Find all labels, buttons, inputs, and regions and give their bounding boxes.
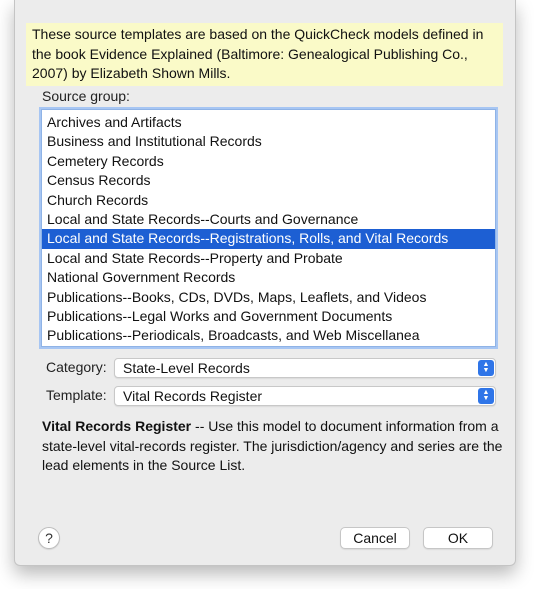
source-group-item[interactable]: Archives and Artifacts xyxy=(42,113,495,132)
template-value: Vital Records Register xyxy=(123,388,263,404)
source-group-item[interactable]: Church Records xyxy=(42,191,495,210)
ok-button[interactable]: OK xyxy=(423,527,493,549)
help-button[interactable]: ? xyxy=(38,527,60,549)
template-popup[interactable]: Vital Records Register ▲ ▼ xyxy=(114,386,496,406)
source-group-item[interactable]: Local and State Records--Courts and Gove… xyxy=(42,210,495,229)
template-label: Template: xyxy=(46,387,107,403)
source-group-item[interactable]: Business and Institutional Records xyxy=(42,132,495,151)
source-group-item[interactable]: Local and State Records--Registrations, … xyxy=(42,229,495,249)
chevron-up-down-icon: ▲ ▼ xyxy=(478,388,494,404)
source-group-list[interactable]: Archives and Artifacts Business and Insti… xyxy=(41,109,496,347)
category-popup[interactable]: State-Level Records ▲ ▼ xyxy=(114,358,496,378)
source-group-label: Source group: xyxy=(42,88,130,104)
cancel-button[interactable]: Cancel xyxy=(340,527,410,549)
category-label: Category: xyxy=(46,359,107,375)
category-value: State-Level Records xyxy=(123,360,250,376)
template-description: Vital Records Register -- Use this model… xyxy=(42,417,504,476)
source-group-item[interactable]: Publications--Legal Works and Government… xyxy=(42,307,495,326)
source-group-item[interactable]: Cemetery Records xyxy=(42,152,495,171)
source-group-item[interactable]: National Government Records xyxy=(42,268,495,287)
notice-text: These source templates are based on the … xyxy=(26,23,503,86)
source-group-item[interactable]: Publications--Periodicals, Broadcasts, a… xyxy=(42,326,495,345)
description-title: Vital Records Register xyxy=(42,418,192,434)
chevron-up-down-icon: ▲ ▼ xyxy=(478,360,494,376)
source-group-item[interactable]: Local and State Records--Property and Pr… xyxy=(42,249,495,268)
source-group-item[interactable]: Census Records xyxy=(42,171,495,190)
source-group-item[interactable]: Publications--Books, CDs, DVDs, Maps, Le… xyxy=(42,288,495,307)
